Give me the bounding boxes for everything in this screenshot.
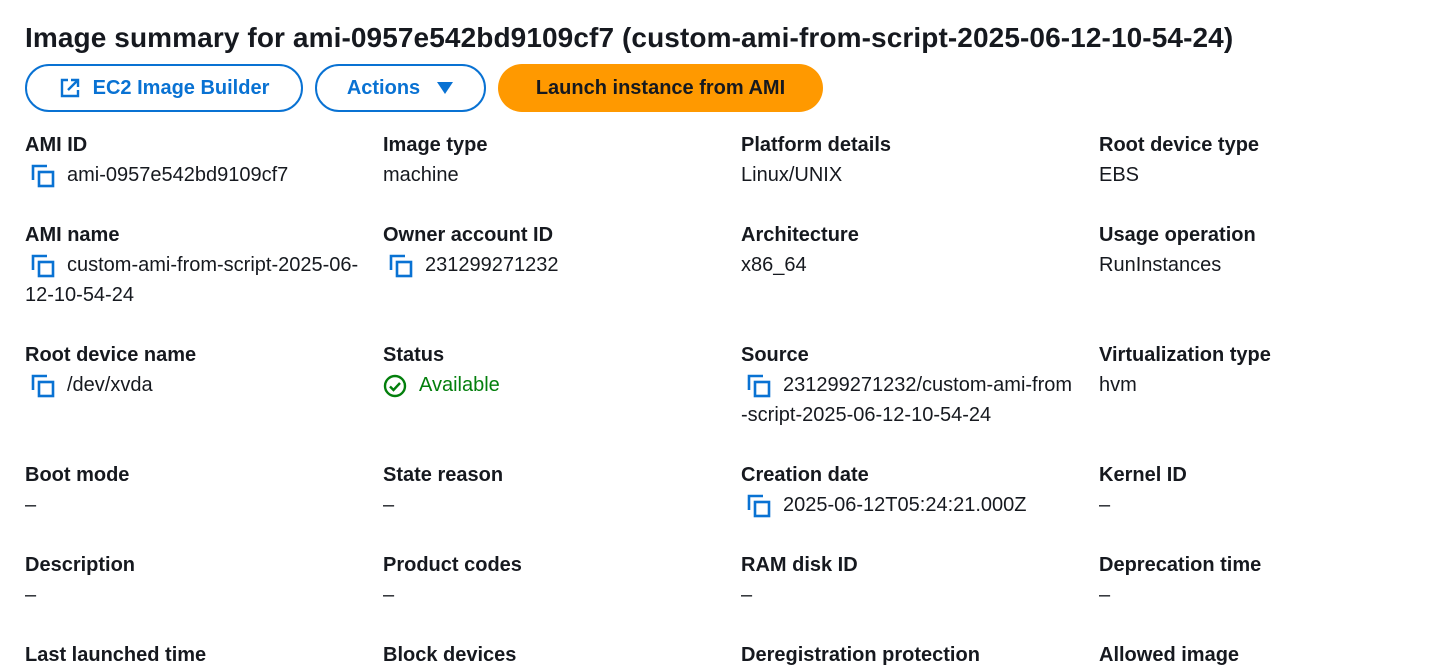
root-device-name-value: /dev/xvda — [67, 374, 153, 396]
state-reason-value: – — [383, 494, 395, 516]
boot-mode-value: – — [25, 494, 37, 516]
field-last-launched-time: Last launched time — [25, 640, 365, 670]
copy-icon[interactable] — [31, 254, 55, 278]
root-device-type-value: EBS — [1099, 164, 1140, 186]
architecture-label: Architecture — [741, 224, 859, 246]
launch-instance-label: Launch instance from AMI — [535, 76, 786, 99]
root-device-name-value-wrap: /dev/xvda — [25, 370, 365, 400]
product-codes-value: – — [383, 584, 395, 606]
field-state-reason: State reason – — [383, 460, 723, 520]
deprecation-time-value: – — [1099, 584, 1111, 606]
field-architecture: Architecture x86_64 — [741, 220, 1081, 280]
status-value: Available — [419, 374, 500, 396]
description-label: Description — [25, 554, 136, 576]
field-ram-disk-id: RAM disk ID – — [741, 550, 1081, 610]
deregistration-protection-label: Deregistration protection — [741, 644, 980, 666]
field-virtualization-type: Virtualization type hvm — [1099, 340, 1439, 400]
last-launched-time-label: Last launched time — [25, 644, 207, 666]
field-allowed-image: Allowed image — [1099, 640, 1439, 670]
owner-account-id-label: Owner account ID — [383, 224, 554, 246]
field-kernel-id: Kernel ID – — [1099, 460, 1439, 520]
platform-details-value: Linux/UNIX — [741, 164, 843, 186]
field-creation-date: Creation date 2025-06-12T05:24:21.000Z — [741, 460, 1081, 520]
launch-instance-button[interactable]: Launch instance from AMI — [498, 64, 823, 112]
owner-account-id-value-wrap: 231299271232 — [383, 250, 723, 280]
virtualization-type-label: Virtualization type — [1099, 344, 1271, 366]
ami-id-value: ami-0957e542bd9109cf7 — [67, 164, 289, 186]
owner-account-id-value: 231299271232 — [425, 254, 559, 276]
image-type-value: machine — [383, 164, 459, 186]
ami-id-label: AMI ID — [25, 134, 88, 156]
check-circle-icon — [383, 374, 407, 398]
external-link-icon — [59, 77, 81, 99]
field-status: Status Available — [383, 340, 723, 400]
field-usage-operation: Usage operation RunInstances — [1099, 220, 1439, 280]
field-description: Description – — [25, 550, 365, 610]
field-platform-details: Platform details Linux/UNIX — [741, 130, 1081, 190]
copy-icon[interactable] — [31, 164, 55, 188]
source-value: 231299271232/custom-ami-from-script-2025… — [741, 374, 1073, 426]
field-ami-name: AMI name custom-ami-from-script-2025-06-… — [25, 220, 360, 310]
copy-icon[interactable] — [747, 494, 771, 518]
creation-date-value: 2025-06-12T05:24:21.000Z — [783, 494, 1027, 516]
image-type-label: Image type — [383, 134, 488, 156]
creation-date-value-wrap: 2025-06-12T05:24:21.000Z — [741, 490, 1081, 520]
block-devices-label: Block devices — [383, 644, 517, 666]
actions-dropdown-button[interactable]: Actions — [315, 64, 486, 112]
usage-operation-value: RunInstances — [1099, 254, 1222, 276]
field-boot-mode: Boot mode – — [25, 460, 365, 520]
ami-id-value-wrap: ami-0957e542bd9109cf7 — [25, 160, 365, 190]
field-product-codes: Product codes – — [383, 550, 723, 610]
page-title: Image summary for ami-0957e542bd9109cf7 … — [25, 22, 1234, 53]
boot-mode-label: Boot mode — [25, 464, 130, 486]
field-image-type: Image type machine — [383, 130, 723, 190]
deprecation-time-label: Deprecation time — [1099, 554, 1262, 576]
field-root-device-type: Root device type EBS — [1099, 130, 1439, 190]
state-reason-label: State reason — [383, 464, 504, 486]
field-deregistration-protection: Deregistration protection — [741, 640, 1081, 670]
ami-name-value-wrap: custom-ami-from-script-2025-06-12-10-54-… — [25, 250, 360, 310]
status-label: Status — [383, 344, 445, 366]
root-device-type-label: Root device type — [1099, 134, 1260, 156]
caret-down-icon — [436, 81, 454, 95]
copy-icon[interactable] — [747, 374, 771, 398]
kernel-id-label: Kernel ID — [1099, 464, 1187, 486]
copy-icon[interactable] — [389, 254, 413, 278]
field-block-devices: Block devices — [383, 640, 723, 670]
status-value-wrap: Available — [383, 370, 723, 400]
ami-name-value: custom-ami-from-script-2025-06-12-10-54-… — [25, 254, 359, 306]
allowed-image-label: Allowed image — [1099, 644, 1240, 666]
field-ami-id: AMI ID ami-0957e542bd9109cf7 — [25, 130, 365, 190]
copy-icon[interactable] — [31, 374, 55, 398]
creation-date-label: Creation date — [741, 464, 869, 486]
ec2-image-builder-label: EC2 Image Builder — [92, 76, 270, 99]
field-root-device-name: Root device name /dev/xvda — [25, 340, 365, 400]
architecture-value: x86_64 — [741, 254, 807, 276]
root-device-name-label: Root device name — [25, 344, 197, 366]
field-source: Source 231299271232/custom-ami-from-scri… — [741, 340, 1076, 430]
description-value: – — [25, 584, 37, 606]
product-codes-label: Product codes — [383, 554, 522, 576]
kernel-id-value: – — [1099, 494, 1111, 516]
usage-operation-label: Usage operation — [1099, 224, 1256, 246]
source-label: Source — [741, 344, 809, 366]
image-summary-page: Image summary for ami-0957e542bd9109cf7 … — [0, 0, 1443, 670]
ami-name-label: AMI name — [25, 224, 120, 246]
ram-disk-id-label: RAM disk ID — [741, 554, 858, 576]
ram-disk-id-value: – — [741, 584, 753, 606]
source-value-wrap: 231299271232/custom-ami-from-script-2025… — [741, 370, 1076, 430]
actions-label: Actions — [346, 76, 421, 99]
virtualization-type-value: hvm — [1099, 374, 1137, 396]
ec2-image-builder-button[interactable]: EC2 Image Builder — [25, 64, 303, 112]
field-deprecation-time: Deprecation time – — [1099, 550, 1439, 610]
platform-details-label: Platform details — [741, 134, 892, 156]
field-owner-account-id: Owner account ID 231299271232 — [383, 220, 723, 280]
